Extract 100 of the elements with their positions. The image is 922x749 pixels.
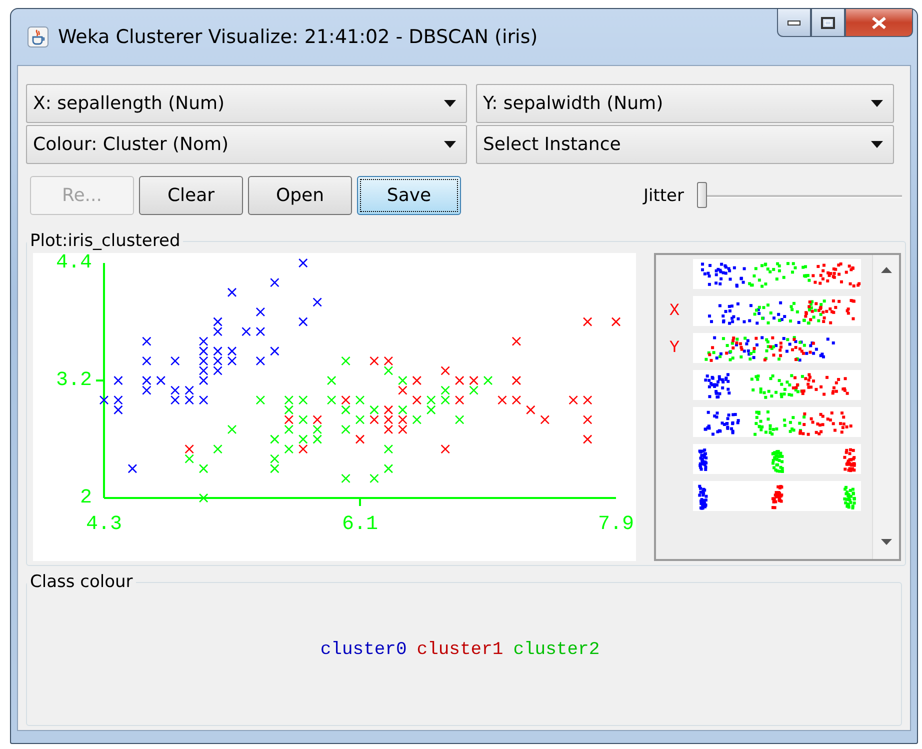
data-point[interactable] — [270, 278, 280, 288]
data-point[interactable] — [242, 326, 251, 336]
data-point[interactable] — [440, 366, 450, 376]
data-point[interactable] — [184, 444, 194, 454]
data-point[interactable] — [128, 464, 138, 474]
attribute-strip-plot[interactable] — [693, 407, 861, 437]
data-point[interactable] — [469, 376, 478, 386]
dropdown[interactable]: Select Instance — [476, 125, 894, 164]
attribute-strip-plot[interactable] — [693, 333, 861, 363]
attribute-strip-plot[interactable] — [693, 370, 861, 400]
data-point[interactable] — [114, 405, 123, 415]
data-point[interactable] — [198, 366, 208, 376]
data-point[interactable] — [213, 366, 222, 376]
data-point[interactable] — [384, 415, 394, 424]
data-point[interactable] — [99, 395, 109, 405]
scroll-down-icon[interactable] — [880, 539, 892, 545]
axis-tick-label: 7.9 — [598, 513, 634, 536]
data-point[interactable] — [114, 395, 123, 405]
data-point[interactable] — [398, 424, 408, 434]
data-point[interactable] — [526, 405, 536, 415]
data-point[interactable] — [170, 386, 180, 395]
panel-title: Class colour — [29, 572, 134, 592]
data-point[interactable] — [256, 326, 266, 336]
data-point[interactable] — [611, 317, 621, 326]
data-point[interactable] — [170, 356, 180, 366]
attribute-strip-plot[interactable] — [693, 259, 861, 289]
axis-tick-label: 4.4 — [56, 253, 92, 274]
jitter-label: Jitter — [643, 186, 684, 206]
data-point[interactable] — [114, 376, 123, 386]
attribute-strip-plot[interactable] — [693, 444, 861, 474]
data-point[interactable] — [198, 356, 208, 366]
data-point[interactable] — [398, 386, 408, 395]
data-point[interactable] — [384, 405, 394, 415]
data-point[interactable] — [256, 356, 266, 366]
attribute-strip-plot[interactable] — [693, 296, 861, 326]
data-point[interactable] — [284, 415, 294, 424]
data-point[interactable] — [582, 317, 592, 326]
data-point[interactable] — [170, 395, 180, 405]
data-point[interactable] — [498, 395, 507, 405]
data-point[interactable] — [213, 317, 222, 326]
data-point[interactable] — [370, 415, 379, 424]
data-point[interactable] — [227, 288, 237, 298]
legend-label: cluster1 — [416, 640, 504, 660]
data-point[interactable] — [582, 415, 592, 424]
data-point[interactable] — [582, 395, 592, 405]
data-point[interactable] — [184, 386, 194, 395]
maximize-button[interactable] — [811, 9, 845, 37]
data-point[interactable] — [227, 356, 237, 366]
data-point[interactable] — [355, 434, 365, 444]
data-point[interactable] — [398, 415, 408, 424]
data-point[interactable] — [156, 376, 166, 386]
data-point[interactable] — [298, 444, 308, 454]
data-point[interactable] — [440, 444, 450, 454]
data-point[interactable] — [341, 395, 350, 405]
minimize-button[interactable] — [777, 9, 811, 37]
data-point[interactable] — [582, 434, 592, 444]
data-point[interactable] — [312, 415, 322, 424]
data-point[interactable] — [312, 298, 322, 307]
data-point[interactable] — [298, 317, 308, 326]
data-point[interactable] — [142, 386, 152, 395]
data-point[interactable] — [298, 258, 308, 268]
close-button[interactable] — [845, 9, 913, 37]
dropdown[interactable]: X: sepallength (Num) — [26, 84, 467, 123]
data-point[interactable] — [540, 415, 550, 424]
toolbar-button[interactable]: Open — [248, 176, 352, 215]
data-point[interactable] — [213, 346, 222, 356]
data-point[interactable] — [184, 395, 194, 405]
data-point[interactable] — [227, 346, 237, 356]
data-point[interactable] — [213, 326, 222, 336]
window-title: Weka Clusterer Visualize: 21:41:02 - DBSCAN (iris) — [58, 26, 538, 48]
data-point[interactable] — [512, 336, 522, 346]
data-point[interactable] — [512, 395, 522, 405]
attribute-strip-plot[interactable] — [693, 481, 861, 511]
data-point[interactable] — [198, 395, 208, 405]
toolbar-button[interactable]: Save — [357, 176, 461, 215]
jitter-slider[interactable] — [697, 182, 902, 210]
toolbar-button[interactable]: Clear — [139, 176, 243, 215]
data-point[interactable] — [142, 336, 152, 346]
data-point[interactable] — [213, 356, 222, 366]
data-point[interactable] — [384, 356, 394, 366]
dropdown[interactable]: Colour: Cluster (Nom) — [26, 125, 467, 164]
data-point[interactable] — [454, 376, 464, 386]
data-point[interactable] — [142, 376, 152, 386]
data-point[interactable] — [412, 376, 422, 386]
data-point[interactable] — [384, 424, 394, 434]
data-point[interactable] — [142, 356, 152, 366]
data-point[interactable] — [370, 356, 379, 366]
dropdown[interactable]: Y: sepalwidth (Num) — [476, 84, 894, 123]
data-point[interactable] — [512, 376, 522, 386]
data-point[interactable] — [568, 395, 578, 405]
scrollbar[interactable] — [872, 255, 899, 559]
data-point[interactable] — [256, 307, 266, 317]
data-point[interactable] — [412, 395, 422, 405]
data-point[interactable] — [270, 346, 280, 356]
data-point[interactable] — [198, 346, 208, 356]
scroll-up-icon[interactable] — [880, 267, 892, 273]
data-point[interactable] — [198, 336, 208, 346]
data-point[interactable] — [454, 395, 464, 405]
slider-thumb[interactable] — [697, 182, 707, 208]
data-point[interactable] — [198, 376, 208, 386]
